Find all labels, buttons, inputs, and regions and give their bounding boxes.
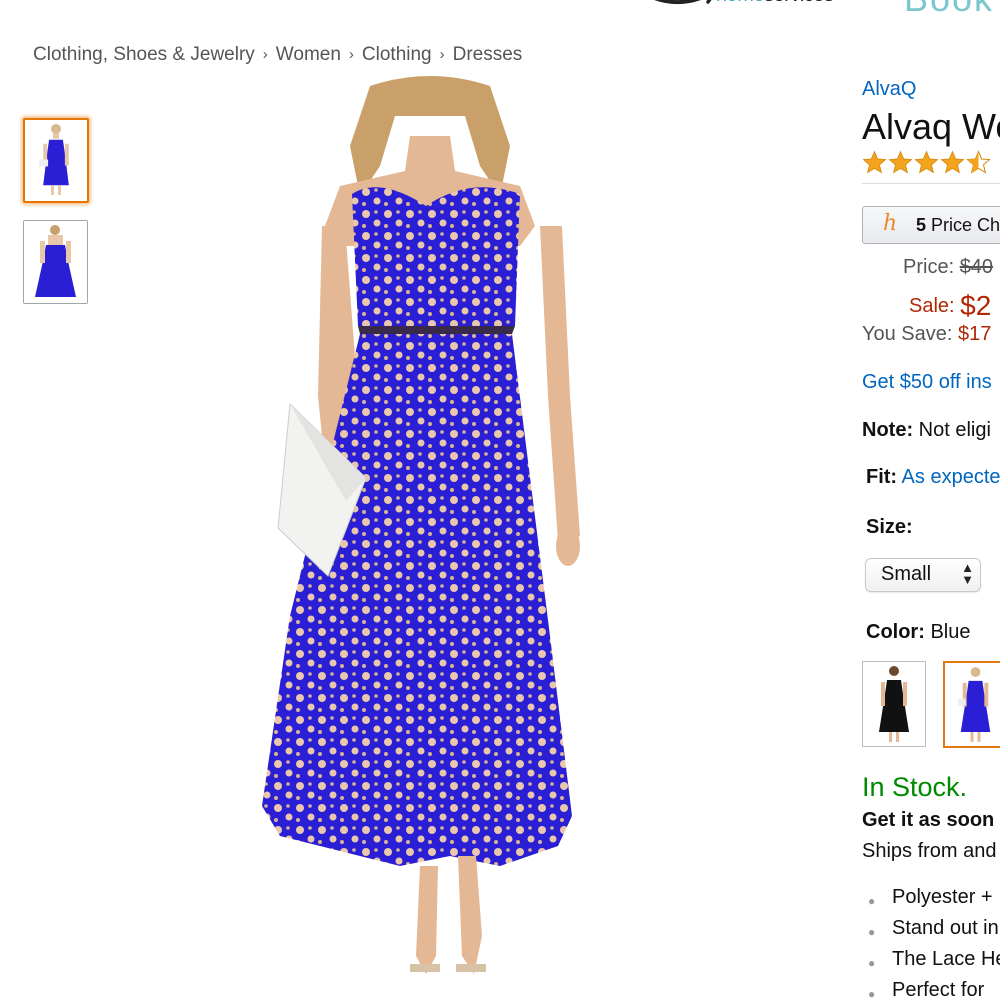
services-label: services: [764, 0, 834, 6]
you-save-value: $17: [958, 323, 992, 345]
delivery-estimate: Get it as soon: [862, 809, 995, 831]
breadcrumb-women[interactable]: Women: [276, 44, 341, 65]
note-row: Note: Not eligi: [862, 419, 991, 442]
black-dress-swatch-image: [879, 666, 909, 742]
price-chart-text: 5 Price Ch: [916, 215, 1000, 236]
thumbnail-back-view[interactable]: [23, 220, 88, 304]
feature-text: The Lace He: [892, 948, 1000, 970]
feature-bullet: ● The Lace He: [862, 948, 1000, 979]
color-value: Blue: [930, 621, 971, 643]
home-label: home: [716, 0, 765, 6]
feature-text: Perfect for: [892, 979, 985, 1000]
you-save-row: You Save: $17: [862, 323, 991, 346]
amazon-smile-icon: [654, 0, 712, 5]
amazon-home-services-logo[interactable]: homeservices: [634, 0, 834, 26]
star-icon: [888, 150, 913, 174]
star-icon: [862, 150, 887, 174]
bullet-dot-icon: ●: [868, 987, 876, 1000]
price-chart-count: 5: [916, 215, 927, 235]
promo-link[interactable]: Get $50 off ins: [862, 371, 992, 394]
sale-price-label: Sale:: [909, 295, 955, 317]
note-label: Note:: [862, 419, 914, 441]
dress-back-thumbnail-image: [35, 225, 76, 297]
divider: [862, 183, 1000, 184]
color-row: Color: Blue: [866, 621, 970, 644]
feature-bullet: ● Perfect for: [862, 979, 1000, 1000]
dress-front-thumbnail-image: [39, 123, 69, 196]
breadcrumb: Clothing, Shoes & Jewelry › Women › Clothing…: [33, 44, 522, 66]
feature-bullet: ● Polyester +: [862, 886, 1000, 917]
size-selected-value: Small: [881, 563, 932, 585]
brand-link[interactable]: AlvaQ: [862, 78, 916, 101]
breadcrumb-clothing[interactable]: Clothing: [362, 44, 432, 65]
sale-price-value: $2: [960, 290, 992, 321]
up-down-arrows-icon: ▲ ▼: [961, 560, 974, 587]
ships-from-text: Ships from and: [862, 840, 997, 862]
honey-h-icon: h: [883, 211, 898, 236]
blue-dress-swatch-image: [957, 667, 991, 742]
price-chart-button[interactable]: h 5 Price Ch: [862, 206, 1000, 244]
list-price-value: $40: [959, 256, 994, 278]
breadcrumb-dresses[interactable]: Dresses: [453, 44, 523, 65]
product-title: Alvaq Wo: [862, 106, 1000, 147]
breadcrumb-separator: ›: [262, 46, 268, 63]
star-half-icon: [966, 150, 991, 174]
breadcrumb-clothing-shoes-jewelry[interactable]: Clothing, Shoes & Jewelry: [33, 44, 255, 65]
color-label: Color:: [866, 621, 925, 643]
product-main-image[interactable]: [250, 76, 610, 986]
size-label: Size:: [866, 516, 913, 538]
breadcrumb-separator: ›: [439, 46, 445, 63]
bullet-dot-icon: ●: [868, 894, 876, 908]
star-rating[interactable]: [862, 150, 991, 175]
fit-row: Fit: As expecte: [866, 466, 1000, 489]
color-swatch-black[interactable]: [862, 661, 926, 747]
color-swatch-blue[interactable]: [943, 661, 1000, 748]
feature-text: Polyester +: [892, 886, 993, 908]
feature-bullets: ● Polyester + ● Stand out in ● The Lace He …: [862, 886, 1000, 1000]
note-text: Not eligi: [918, 419, 991, 441]
bullet-dot-icon: ●: [868, 956, 876, 970]
thumbnail-front-view[interactable]: [23, 118, 89, 203]
breadcrumb-separator: ›: [348, 46, 354, 63]
fit-label: Fit:: [866, 466, 898, 488]
feature-text: Stand out in: [892, 917, 999, 939]
availability-status: In Stock.: [862, 772, 968, 802]
home-services-text: homeservices: [716, 0, 834, 7]
list-price-row: Price: $40: [903, 256, 993, 279]
fit-value-link[interactable]: As expecte: [902, 466, 1000, 488]
price-chart-label: Price Ch: [931, 215, 1000, 235]
star-icon: [940, 150, 965, 174]
feature-bullet: ● Stand out in: [862, 917, 1000, 948]
sale-price-row: Sale: $2: [909, 287, 992, 321]
list-price-label: Price:: [903, 256, 955, 278]
size-dropdown[interactable]: Small ▲ ▼: [865, 558, 981, 592]
you-save-label: You Save:: [862, 323, 953, 345]
star-icon: [914, 150, 939, 174]
bullet-dot-icon: ●: [868, 925, 876, 939]
product-details-column: AlvaQ Alvaq Wo h 5 Price Ch Price: $40 S…: [862, 0, 1000, 1000]
